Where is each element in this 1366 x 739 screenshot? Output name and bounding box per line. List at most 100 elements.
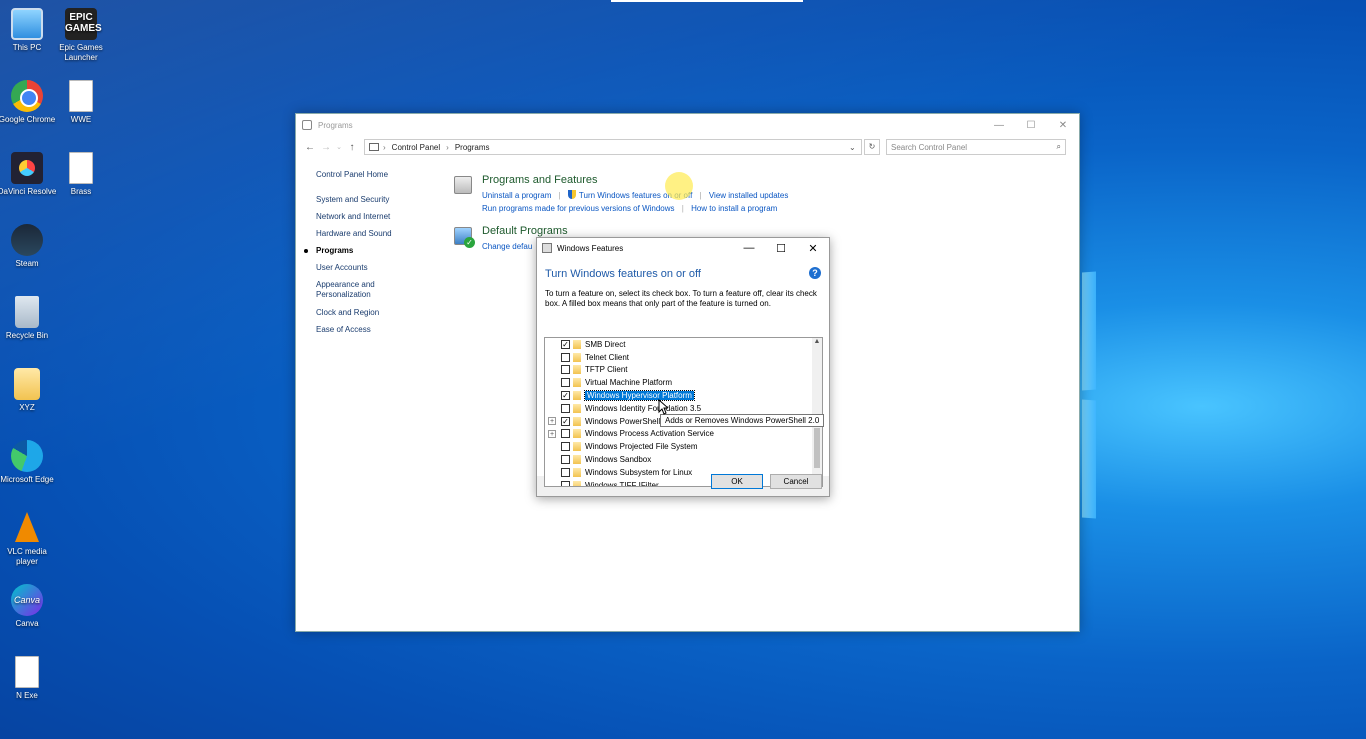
expand-icon[interactable]: + [548,417,556,426]
default-programs-heading[interactable]: Default Programs [482,225,788,237]
programs-features-heading[interactable]: Programs and Features [482,174,788,186]
feature-row[interactable]: Virtual Machine Platform [545,376,822,389]
ok-button[interactable]: OK [711,474,763,489]
feature-label: Windows Process Activation Service [585,429,714,439]
dialog-heading: Turn Windows features on or off [545,268,701,280]
cancel-button[interactable]: Cancel [770,474,822,489]
nav-user-accounts[interactable]: User Accounts [316,263,392,272]
features-scrollbar[interactable]: ▲ ▼ [812,338,822,486]
desktop-icon[interactable]: VLC media player [0,512,57,567]
feature-checkbox[interactable] [561,442,570,452]
desktop-icon-label: Google Chrome [0,115,56,124]
search-icon: ⌕ [1056,142,1061,151]
desktop-icon-label: XYZ [19,403,35,412]
breadcrumb-control-panel[interactable]: Control Panel [392,143,440,152]
desktop-icon[interactable]: DaVinci Resolve [0,152,57,197]
how-to-install-link[interactable]: How to install a program [691,204,777,213]
folder-icon [573,429,581,439]
folder-icon [573,378,581,388]
run-previous-versions-link[interactable]: Run programs made for previous versions … [482,204,675,213]
minimize-button[interactable]: — [983,120,1015,131]
feature-row[interactable]: TFTP Client [545,364,822,377]
desktop-icon[interactable]: Canva Canva [0,584,57,629]
close-button[interactable]: ✕ [1047,120,1079,131]
desktop-icon[interactable]: Brass [51,152,111,197]
feature-checkbox[interactable]: ✓ [561,391,570,401]
feature-row[interactable]: Telnet Client [545,351,822,364]
steam-icon [11,224,43,256]
scroll-up-icon[interactable]: ▲ [812,338,822,348]
desktop-icon[interactable]: WWE [51,80,111,125]
folder-icon [14,368,40,400]
feature-label: Windows Identity Foundation 3.5 [585,403,702,413]
feature-checkbox[interactable] [561,403,570,413]
davinci-icon [11,152,43,184]
desktop-icon-label: WWE [70,115,92,124]
help-icon[interactable]: ? [809,267,821,279]
chrome-icon [11,80,43,112]
feature-row[interactable]: + Windows Process Activation Service [545,428,822,441]
nav-network-internet[interactable]: Network and Internet [316,212,392,221]
back-arrow-icon[interactable]: ← [302,142,318,153]
desktop-icon[interactable]: N Exe [0,656,57,701]
feature-checkbox[interactable] [561,429,570,439]
recent-locations-icon[interactable]: ⌄ [334,143,344,151]
file-icon [69,80,93,112]
breadcrumb-programs[interactable]: Programs [455,143,490,152]
feature-checkbox[interactable] [561,365,570,375]
nav-control-panel-home[interactable]: Control Panel Home [316,170,392,179]
search-input[interactable]: Search Control Panel ⌕ [886,139,1066,155]
desktop-icon[interactable]: Microsoft Edge [0,440,57,485]
maximize-button[interactable]: ☐ [1015,120,1047,131]
feature-row[interactable]: ✓ Windows Hypervisor Platform [545,389,822,402]
feature-row[interactable]: Windows Projected File System [545,440,822,453]
nav-clock-region[interactable]: Clock and Region [316,308,392,317]
desktop-icon[interactable]: This PC [0,8,57,53]
nav-appearance[interactable]: Appearance and Personalization [316,280,386,300]
expand-icon[interactable]: + [548,429,556,438]
nav-hardware-sound[interactable]: Hardware and Sound [316,229,392,238]
address-bar[interactable]: › Control Panel › Programs ⌄ [364,139,862,155]
chevron-right-icon: › [446,142,449,152]
feature-checkbox[interactable] [561,352,570,362]
forward-arrow-icon[interactable]: → [318,142,334,153]
dialog-minimize-button[interactable]: — [733,242,765,255]
nav-programs[interactable]: Programs [304,246,392,255]
default-programs-icon [454,227,475,248]
view-updates-link[interactable]: View installed updates [709,191,788,200]
chevron-down-icon[interactable]: ⌄ [849,143,861,152]
desktop-icon-label: VLC media player [7,547,47,566]
address-bar-row: ← → ⌄ ↑ › Control Panel › Programs ⌄ ↻ S… [296,136,1079,158]
desktop-icon[interactable]: Recycle Bin [0,296,57,341]
dialog-close-button[interactable]: ✕ [797,242,829,255]
change-defaults-link[interactable]: Change defau [482,242,532,251]
feature-row[interactable]: Windows Identity Foundation 3.5 [545,402,822,415]
desktop-icon-label: Canva [15,619,39,628]
desktop-icon-label: N Exe [16,691,38,700]
up-arrow-icon[interactable]: ↑ [344,142,360,153]
nav-system-security[interactable]: System and Security [316,195,392,204]
dialog-maximize-button[interactable]: ☐ [765,242,797,255]
desktop-icon[interactable]: EPIC GAMES Epic Games Launcher [51,8,111,63]
scroll-thumb[interactable] [814,428,820,468]
canva-icon: Canva [11,584,43,616]
chevron-right-icon: › [383,142,386,152]
feature-checkbox[interactable]: ✓ [561,416,570,426]
desktop-icon[interactable]: Steam [0,224,57,269]
feature-checkbox[interactable] [561,378,570,388]
feature-checkbox[interactable] [561,455,570,465]
desktop-icon[interactable]: XYZ [0,368,57,413]
features-list[interactable]: ✓ SMB Direct Telnet Client TFTP Client Virtu… [544,337,823,487]
desktop-icon[interactable]: Google Chrome [0,80,57,125]
desktop-icon-label: Brass [70,187,92,196]
feature-row[interactable]: Windows Sandbox [545,453,822,466]
feature-row[interactable]: ✓ SMB Direct [545,338,822,351]
nav-ease-access[interactable]: Ease of Access [316,325,392,334]
refresh-icon[interactable]: ↻ [864,139,880,155]
icon-glyph-text: EPIC GAMES [65,12,102,34]
feature-checkbox[interactable]: ✓ [561,339,570,349]
uninstall-program-link[interactable]: Uninstall a program [482,191,551,200]
